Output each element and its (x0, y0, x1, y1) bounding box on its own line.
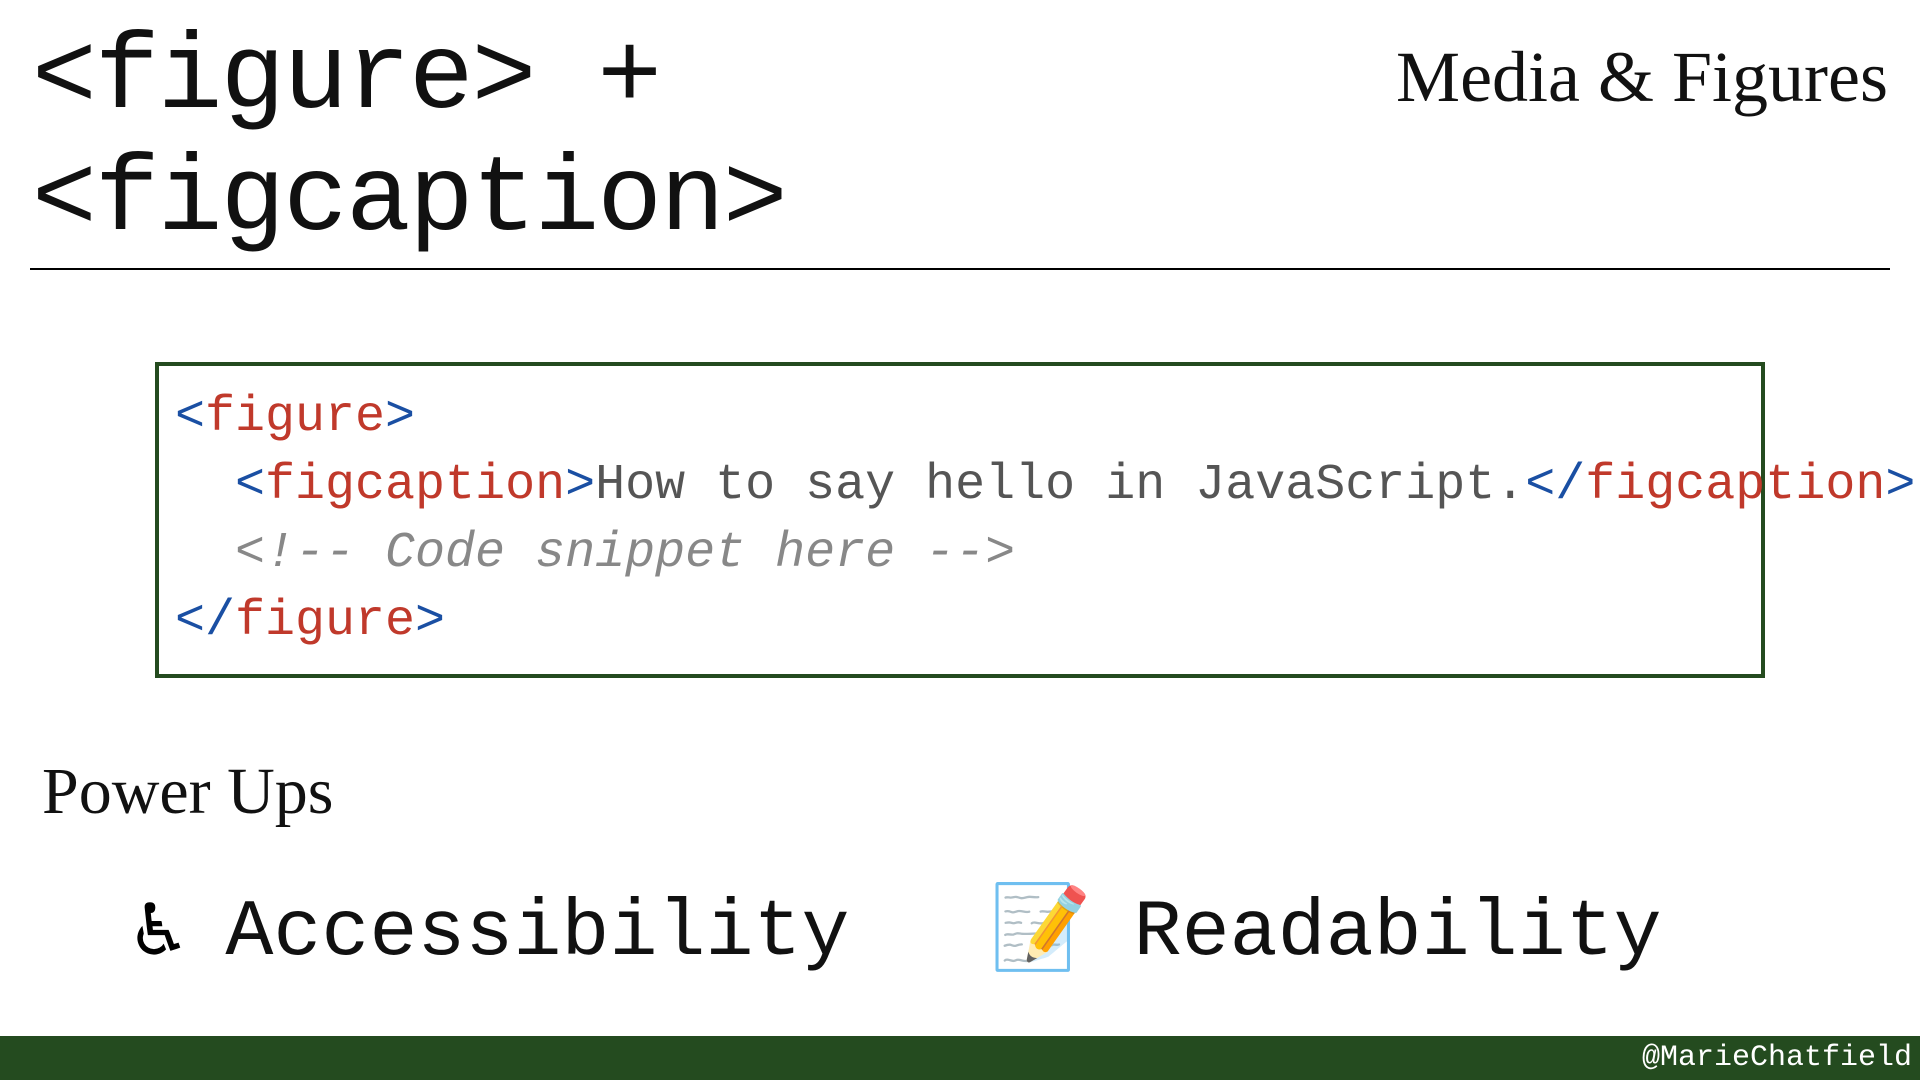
powerup-label: Accessibility (225, 888, 849, 979)
slide-category: Media & Figures (1396, 36, 1888, 119)
code-bracket: < (175, 389, 205, 446)
code-tag: figure (235, 593, 415, 650)
code-tag: figure (205, 389, 385, 446)
author-handle: @MarieChatfield (1642, 1041, 1912, 1075)
code-text: How to say hello in JavaScript. (595, 457, 1525, 514)
powerups-row: ♿ Accessibility 📝 Readability (134, 888, 1920, 979)
powerup-item: 📝 Readability (989, 888, 1661, 979)
code-bracket: < (235, 457, 265, 514)
code-tag: figcaption (1585, 457, 1885, 514)
header-rule (30, 268, 1890, 270)
code-bracket: > (415, 593, 445, 650)
memo-icon: 📝 (989, 893, 1091, 975)
slide-title: <figure> + <figcaption> (32, 18, 1396, 262)
code-bracket: </ (1525, 457, 1585, 514)
slide-header: <figure> + <figcaption> Media & Figures (0, 0, 1920, 262)
powerup-item: ♿ Accessibility (134, 888, 849, 979)
footer-bar: @MarieChatfield (0, 1036, 1920, 1080)
powerup-label: Readability (1134, 888, 1662, 979)
powerups-heading: Power Ups (42, 754, 1920, 830)
code-example: <figure> <figcaption>How to say hello in… (155, 362, 1765, 678)
code-comment: <!-- Code snippet here --> (235, 525, 1015, 582)
slide: <figure> + <figcaption> Media & Figures … (0, 0, 1920, 1080)
code-bracket: > (1885, 457, 1915, 514)
code-bracket: </ (175, 593, 235, 650)
accessibility-icon: ♿ (134, 893, 183, 975)
code-tag: figcaption (265, 457, 565, 514)
code-bracket: > (565, 457, 595, 514)
code-bracket: > (385, 389, 415, 446)
